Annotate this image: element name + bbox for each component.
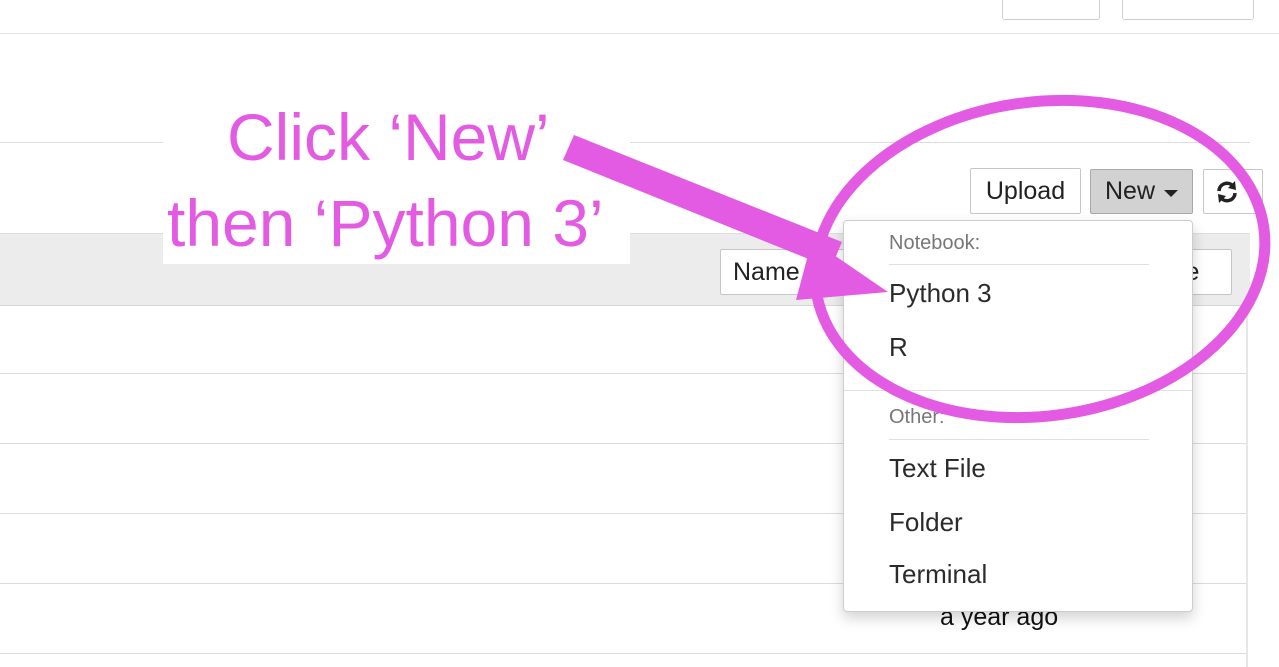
header-divider [0,33,1279,34]
caret-down-icon [1164,189,1178,197]
menu-item-text-file[interactable]: Text File [889,453,986,484]
notebook-section-header: Notebook: [889,232,981,254]
dropdown-separator [889,439,1149,440]
other-section-header: Other: [889,406,945,428]
header-button-right[interactable] [1122,0,1254,20]
dropdown-separator [889,264,1149,265]
annotation-callout: Click ‘New’ then ‘Python 3’ [163,97,630,264]
menu-item-python-3[interactable]: Python 3 [889,278,992,309]
new-dropdown-menu: Notebook: Python 3 R Other: Text File Fo… [843,220,1193,612]
menu-item-folder[interactable]: Folder [889,507,963,538]
annotation-line-1: Click ‘New’ [227,100,550,174]
header-button-left[interactable] [1002,0,1100,20]
new-button-label: New [1104,177,1155,205]
menu-item-terminal[interactable]: Terminal [889,559,987,590]
upload-button[interactable]: Upload [970,168,1081,214]
table-row-divider [0,653,1246,654]
sort-by-name-label: Name [733,257,800,286]
dropdown-divider [844,390,1192,391]
annotation-line-2: then ‘Python 3’ [167,186,604,260]
menu-item-r[interactable]: R [889,332,908,363]
refresh-button[interactable] [1203,169,1263,214]
upload-button-label: Upload [985,176,1066,205]
refresh-icon [1217,180,1237,203]
new-button[interactable]: New [1090,169,1193,214]
list-right-border [1246,306,1248,667]
sort-by-name-button[interactable]: Name [720,249,850,295]
